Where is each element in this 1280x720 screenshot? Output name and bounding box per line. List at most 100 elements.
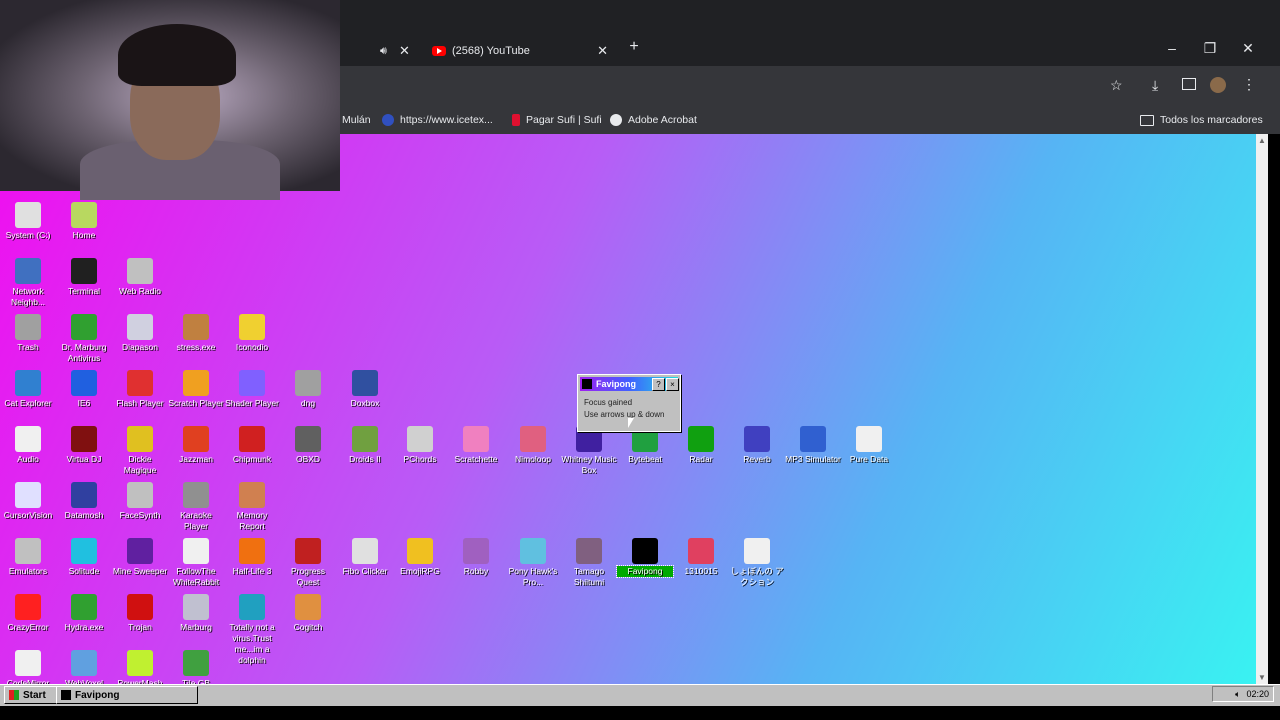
desktop-icon[interactable]: Reverb [729, 426, 785, 465]
desktop-icon[interactable]: System (C:) [0, 202, 56, 241]
desktop-icon[interactable]: Tamago Shiitumi [561, 538, 617, 588]
desktop-icon[interactable]: Doxbox [337, 370, 393, 409]
desktop-icon[interactable]: Pure Data [841, 426, 897, 465]
desktop-icon[interactable]: IE6 [56, 370, 112, 409]
desktop-icon[interactable]: Iconodio [224, 314, 280, 353]
desktop-icon-label: Whitney Music Box [561, 454, 617, 475]
desktop-icon-label: Droids II [349, 454, 381, 464]
desktop-icon-glyph-icon [183, 370, 209, 396]
desktop-icon[interactable]: Terminal [56, 258, 112, 297]
desktop-icon-glyph-icon [127, 370, 153, 396]
desktop-icon-glyph-icon [800, 426, 826, 452]
desktop-icon[interactable]: Pony Hawk's Pro... [505, 538, 561, 588]
desktop-icon[interactable]: Dr. Marburg Antivirus [56, 314, 112, 364]
desktop-icon[interactable]: Chipmunk [224, 426, 280, 465]
desktop-icon-glyph-icon [576, 538, 602, 564]
favipong-task-icon [61, 690, 71, 700]
desktop-icon[interactable]: 1310015 [673, 538, 729, 577]
desktop-icon-glyph-icon [71, 258, 97, 284]
desktop-icon[interactable]: PowerMash [112, 650, 168, 684]
page-scrollbar[interactable]: ▲ ▼ [1256, 134, 1268, 684]
dialog-help-button[interactable]: ? [652, 378, 665, 391]
desktop-icon[interactable]: Web Radio [112, 258, 168, 297]
desktop-icon-glyph-icon [632, 538, 658, 564]
scroll-down-icon[interactable]: ▼ [1256, 673, 1268, 682]
desktop-icon[interactable]: Scratchette [448, 426, 504, 465]
desktop-icon-label: Reverb [743, 454, 771, 464]
desktop-icon[interactable]: Whitney Music Box [561, 426, 617, 476]
desktop-icon-glyph-icon [127, 538, 153, 564]
desktop-icon-glyph-icon [71, 370, 97, 396]
taskbar-item-favipong[interactable]: Favipong [56, 686, 198, 704]
desktop-icon[interactable]: CodeMirror [0, 650, 56, 684]
taskbar-clock: 02:20 [1246, 689, 1269, 699]
desktop-icon[interactable]: Trojan [112, 594, 168, 633]
scroll-up-icon[interactable]: ▲ [1256, 136, 1268, 145]
desktop-icon[interactable]: CursorVision [0, 482, 56, 521]
desktop-icon[interactable]: Favipong [616, 538, 674, 578]
dialog-title: Favipong [596, 379, 636, 389]
volume-icon[interactable]: 🔈︎ [1235, 689, 1240, 700]
desktop-icon-glyph-icon [239, 482, 265, 508]
desktop-icon[interactable]: Memory Report [224, 482, 280, 532]
desktop-icon[interactable]: PChords [392, 426, 448, 465]
desktop-icon-glyph-icon [183, 650, 209, 676]
desktop-icon[interactable]: Audio [0, 426, 56, 465]
desktop-icon[interactable]: FollowThe WhiteRabbit [168, 538, 224, 588]
desktop-icon[interactable]: Trash [0, 314, 56, 353]
desktop-icon-glyph-icon [688, 426, 714, 452]
desktop-icon[interactable]: WebVoxel [56, 650, 112, 684]
desktop-icon[interactable]: Nimoloop [505, 426, 561, 465]
desktop-icon-glyph-icon [688, 538, 714, 564]
window-edge [1268, 134, 1280, 684]
desktop-icon[interactable]: Shader Player [224, 370, 280, 409]
desktop-icon-glyph-icon [295, 370, 321, 396]
desktop-icon[interactable]: Half-Life 3 [224, 538, 280, 577]
desktop-icon-label: Web Radio [119, 286, 161, 296]
desktop-icon-label: Karaoke Player [180, 510, 212, 531]
desktop-icon[interactable]: MP3 Simulator [785, 426, 841, 465]
desktop-icon[interactable]: Hydra.exe [56, 594, 112, 633]
desktop-icon[interactable]: Home [56, 202, 112, 241]
desktop-icon-label: IE6 [77, 398, 91, 408]
desktop-icon[interactable]: Cat Explorer [0, 370, 56, 409]
desktop-icon[interactable]: dng [280, 370, 336, 409]
desktop-icon[interactable]: Robby [448, 538, 504, 577]
desktop-icon[interactable]: Progress Quest [280, 538, 336, 588]
desktop-icon[interactable]: Jazzman [168, 426, 224, 465]
desktop-icon[interactable]: Solitude [56, 538, 112, 577]
desktop-icon[interactable]: Diapason [112, 314, 168, 353]
taskbar-item-label: Favipong [75, 689, 120, 701]
desktop-icon[interactable]: Virtua DJ [56, 426, 112, 465]
desktop-icon[interactable]: Network Neighb... [0, 258, 56, 308]
desktop-icon[interactable]: Mine Sweeper [112, 538, 168, 577]
desktop-icon[interactable]: Datamosh [56, 482, 112, 521]
desktop-icon[interactable]: Dickie Magique [112, 426, 168, 476]
desktop-icon[interactable]: CrazyError [0, 594, 56, 633]
desktop-icon[interactable]: Droids II [337, 426, 393, 465]
desktop-icon[interactable]: Karaoke Player [168, 482, 224, 532]
desktop-icon[interactable]: stress.exe [168, 314, 224, 353]
desktop-icon[interactable]: OBXD [280, 426, 336, 465]
dialog-close-button[interactable]: × [666, 378, 679, 391]
desktop-icon[interactable]: Fibo Clicker [337, 538, 393, 577]
desktop-icon[interactable]: FaceSynth [112, 482, 168, 521]
desktop-icon[interactable]: Totally not a virus.Trust me...im a dolp… [224, 594, 280, 666]
desktop-icon[interactable]: しょぼんの アクション [729, 538, 785, 588]
desktop-icon[interactable]: Scratch Player [168, 370, 224, 409]
desktop-icon-label: Memory Report [236, 510, 268, 531]
desktop-icon-glyph-icon [71, 538, 97, 564]
desktop-icon[interactable]: Emulators [0, 538, 56, 577]
desktop-icon-label: Audio [17, 454, 39, 464]
desktop-icon[interactable]: EmojiRPG [392, 538, 448, 577]
desktop-icon[interactable]: Radar [673, 426, 729, 465]
system-tray: 🔈︎ 02:20 [1212, 686, 1274, 702]
desktop-icon-label: Robby [463, 566, 489, 576]
desktop-icon[interactable]: Cogitch [280, 594, 336, 633]
start-button[interactable]: Start [4, 686, 58, 704]
desktop-icon-glyph-icon [127, 482, 153, 508]
desktop-icon[interactable]: Marburg [168, 594, 224, 633]
desktop-icon[interactable]: Tile GB [168, 650, 224, 684]
desktop-icon[interactable]: Flash Player [112, 370, 168, 409]
windows-logo-icon [9, 690, 19, 700]
